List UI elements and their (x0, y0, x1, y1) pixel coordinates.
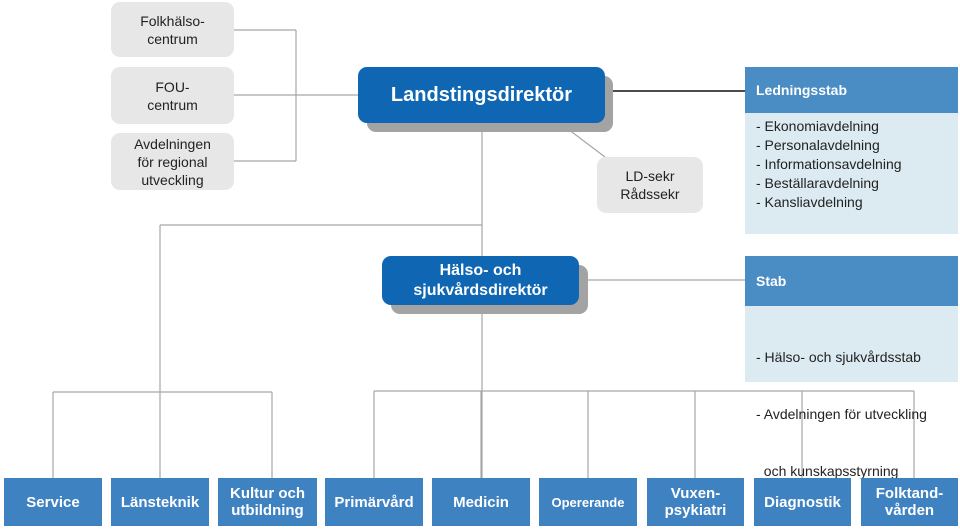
management-staff-panel: Ledningsstab - Ekonomiavdelning - Person… (745, 67, 958, 234)
unit-folktandvarden[interactable]: Folktand- vården (861, 478, 958, 526)
unit-vuxenpsykiatri[interactable]: Vuxen- psykiatri (647, 478, 744, 526)
health-staff-item: - Avdelningen för utveckling (756, 406, 927, 422)
support-unit-regional-utveckling[interactable]: Avdelningen för regional utveckling (111, 133, 234, 190)
management-staff-title[interactable]: Ledningsstab (745, 67, 958, 113)
management-staff-item: - Personalavdelning (756, 137, 880, 153)
health-director-box[interactable]: Hälso- och sjukvårdsdirektör (382, 256, 579, 305)
management-staff-item: - Beställaravdelning (756, 175, 879, 191)
unit-medicin[interactable]: Medicin (432, 478, 530, 526)
management-staff-item: - Kansliavdelning (756, 194, 863, 210)
county-director-box[interactable]: Landstingsdirektör (358, 67, 605, 123)
unit-primarvard[interactable]: Primärvård (325, 478, 423, 526)
unit-lansteknik[interactable]: Länsteknik (111, 478, 209, 526)
unit-diagnostik[interactable]: Diagnostik (754, 478, 851, 526)
secretary-box[interactable]: LD-sekr Rådssekr (597, 157, 703, 213)
unit-opererande[interactable]: Opererande (539, 478, 637, 526)
support-unit-fou-centrum[interactable]: FOU- centrum (111, 67, 234, 124)
health-staff-panel: Stab - Hälso- och sjukvårdsstab - Avdeln… (745, 256, 958, 479)
health-staff-title[interactable]: Stab (745, 256, 958, 306)
unit-service[interactable]: Service (4, 478, 102, 526)
support-unit-folkhalsocentrum[interactable]: Folkhälso- centrum (111, 2, 234, 57)
management-staff-item: - Ekonomiavdelning (756, 118, 879, 134)
health-staff-list: - Hälso- och sjukvårdsstab - Avdelningen… (745, 306, 958, 479)
health-staff-item: - Hälso- och sjukvårdsstab (756, 349, 921, 365)
management-staff-item: - Informationsavdelning (756, 156, 902, 172)
unit-kultur-och-utbildning[interactable]: Kultur och utbildning (218, 478, 317, 526)
management-staff-list: - Ekonomiavdelning - Personalavdelning -… (745, 113, 958, 234)
